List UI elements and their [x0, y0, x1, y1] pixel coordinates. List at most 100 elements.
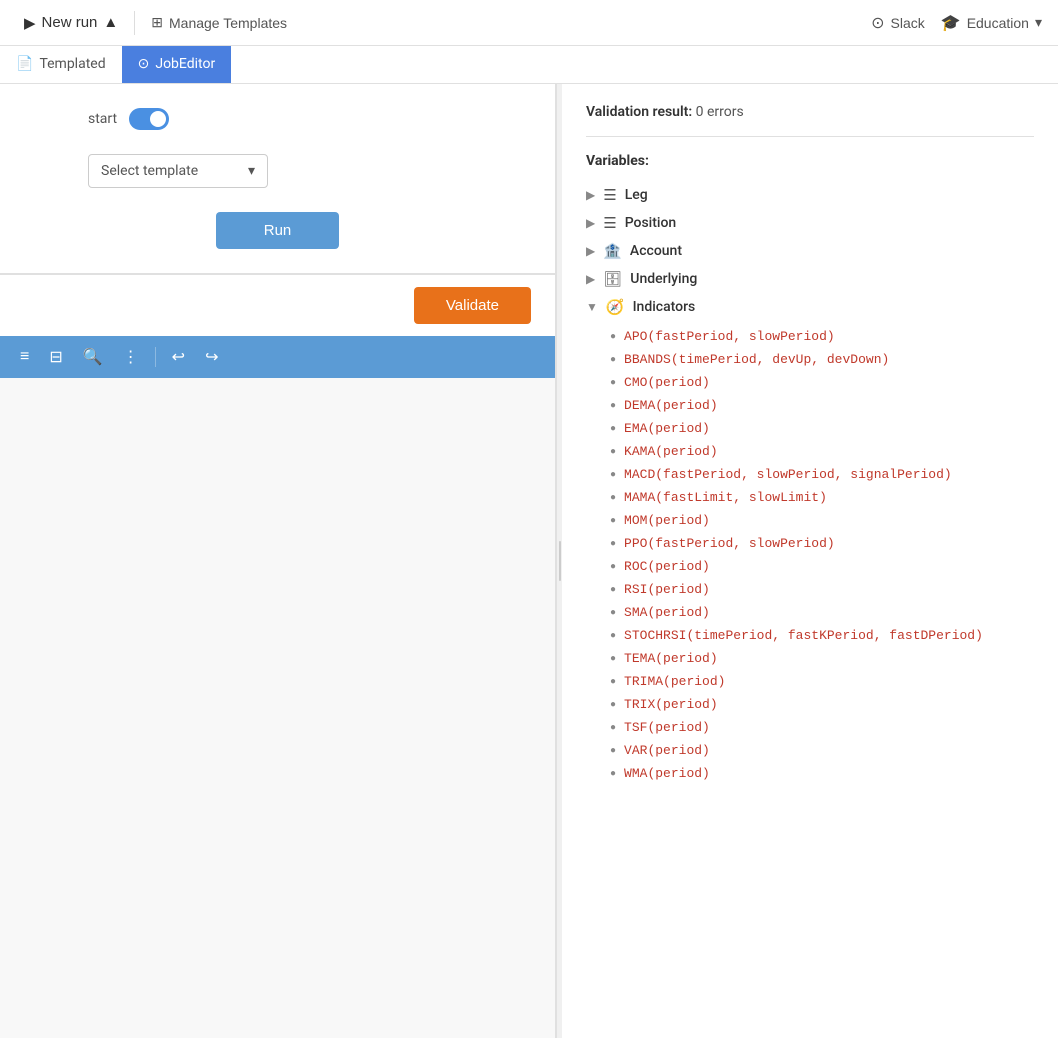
indicator-item: ● ROC(period) [610, 555, 1034, 578]
indicator-item: ● VAR(period) [610, 739, 1034, 762]
bank-icon-account: 🏦 [603, 242, 622, 260]
bullet-icon: ● [610, 607, 616, 618]
bullet-icon: ● [610, 492, 616, 503]
indicator-item: ● WMA(period) [610, 762, 1034, 785]
indicator-text[interactable]: MACD(fastPeriod, slowPeriod, signalPerio… [624, 467, 952, 482]
indicator-item: ● EMA(period) [610, 417, 1034, 440]
education-icon: 🎓 [941, 13, 961, 33]
tree-label-leg: Leg [625, 187, 648, 203]
editor-toolbar: ≡ ⊟ 🔍 ⋮ ↩ ↪ [0, 336, 555, 378]
filter-icon: ⊟ [49, 347, 62, 367]
indicator-text[interactable]: TRIX(period) [624, 697, 718, 712]
bullet-icon: ● [610, 676, 616, 687]
redo-button[interactable]: ↪ [197, 343, 226, 371]
indicator-text[interactable]: RSI(period) [624, 582, 710, 597]
indicator-text[interactable]: EMA(period) [624, 421, 710, 436]
jobeditor-icon: ⊙ [138, 56, 150, 72]
indicator-text[interactable]: CMO(period) [624, 375, 710, 390]
left-panel: start Select template ▾ Run Validate ≡ ⊟… [0, 84, 556, 1038]
indicator-text[interactable]: KAMA(period) [624, 444, 718, 459]
tree-label-underlying: Underlying [630, 271, 697, 287]
more-icon: ⋮ [123, 347, 139, 367]
splitter-handle [559, 541, 561, 581]
undo-button[interactable]: ↩ [164, 343, 193, 371]
sort-button[interactable]: ≡ [12, 344, 37, 370]
tree-item-leg[interactable]: ▶ ☰ Leg [586, 181, 1034, 209]
db-icon-underlying: 🗄 [603, 270, 622, 288]
bullet-icon: ● [610, 768, 616, 779]
more-button[interactable]: ⋮ [115, 343, 147, 371]
chevron-right-icon-underlying: ▶ [586, 272, 595, 286]
indicator-text[interactable]: BBANDS(timePeriod, devUp, devDown) [624, 352, 889, 367]
indicator-text[interactable]: TEMA(period) [624, 651, 718, 666]
bullet-icon: ● [610, 331, 616, 342]
indicator-item: ● MOM(period) [610, 509, 1034, 532]
topnav: ▶ New run ▲ ⊞ Manage Templates ⊙ Slack 🎓… [0, 0, 1058, 46]
indicator-text[interactable]: DEMA(period) [624, 398, 718, 413]
indicator-item: ● APO(fastPeriod, slowPeriod) [610, 325, 1034, 348]
search-icon: 🔍 [83, 347, 103, 367]
validate-button[interactable]: Validate [414, 287, 531, 324]
indicator-text[interactable]: TSF(period) [624, 720, 710, 735]
bullet-icon: ● [610, 446, 616, 457]
templated-label: Templated [39, 56, 105, 72]
new-run-label: New run [42, 14, 98, 31]
filter-button[interactable]: ⊟ [41, 343, 70, 371]
play-icon: ▶ [24, 14, 36, 32]
slack-icon: ⊙ [871, 13, 884, 33]
indicator-item: ● STOCHRSI(timePeriod, fastKPeriod, fast… [610, 624, 1034, 647]
indicator-item: ● RSI(period) [610, 578, 1034, 601]
indicator-text[interactable]: TRIMA(period) [624, 674, 725, 689]
indicator-text[interactable]: MAMA(fastLimit, slowLimit) [624, 490, 827, 505]
chevron-down-icon-indicators: ▼ [586, 300, 598, 314]
code-editor-area[interactable] [0, 378, 555, 1038]
bullet-icon: ● [610, 515, 616, 526]
jobeditor-label: JobEditor [155, 56, 215, 72]
bullet-icon: ● [610, 699, 616, 710]
indicator-text[interactable]: ROC(period) [624, 559, 710, 574]
indicator-text[interactable]: PPO(fastPeriod, slowPeriod) [624, 536, 835, 551]
start-row: start [88, 108, 467, 130]
manage-templates-label: Manage Templates [169, 15, 287, 31]
topnav-divider [134, 11, 135, 35]
bullet-icon: ● [610, 354, 616, 365]
manage-templates-button[interactable]: ⊞ Manage Templates [143, 10, 295, 35]
new-run-button[interactable]: ▶ New run ▲ [16, 10, 126, 36]
tree-item-indicators[interactable]: ▼ 🧭 Indicators [586, 293, 1034, 321]
list-icon-leg: ☰ [603, 186, 616, 204]
subnav-templated[interactable]: 📄 Templated [0, 46, 122, 83]
indicator-text[interactable]: WMA(period) [624, 766, 710, 781]
tree-item-account[interactable]: ▶ 🏦 Account [586, 237, 1034, 265]
bullet-icon: ● [610, 538, 616, 549]
indicator-text[interactable]: SMA(period) [624, 605, 710, 620]
indicator-item: ● TRIMA(period) [610, 670, 1034, 693]
indicator-text[interactable]: APO(fastPeriod, slowPeriod) [624, 329, 835, 344]
tree-item-underlying[interactable]: ▶ 🗄 Underlying [586, 265, 1034, 293]
slack-label: Slack [891, 15, 925, 31]
chevron-right-icon-position: ▶ [586, 216, 595, 230]
indicator-item: ● DEMA(period) [610, 394, 1034, 417]
indicator-text[interactable]: STOCHRSI(timePeriod, fastKPeriod, fastDP… [624, 628, 983, 643]
indicator-item: ● TRIX(period) [610, 693, 1034, 716]
bullet-icon: ● [610, 400, 616, 411]
education-button[interactable]: 🎓 Education ▾ [941, 13, 1042, 33]
tree-item-position[interactable]: ▶ ☰ Position [586, 209, 1034, 237]
education-label: Education [967, 15, 1029, 31]
indicator-item: ● KAMA(period) [610, 440, 1034, 463]
bullet-icon: ● [610, 722, 616, 733]
slack-button[interactable]: ⊙ Slack [871, 13, 925, 33]
bullet-icon: ● [610, 377, 616, 388]
run-button[interactable]: Run [216, 212, 340, 249]
start-toggle[interactable] [129, 108, 169, 130]
variables-label: Variables: [586, 153, 1034, 169]
start-label: start [88, 111, 117, 127]
chevron-up-icon: ▲ [103, 14, 118, 31]
errors-count: 0 errors [696, 104, 744, 120]
search-button[interactable]: 🔍 [75, 343, 111, 371]
indicator-text[interactable]: MOM(period) [624, 513, 710, 528]
validation-result: Validation result: 0 errors [586, 104, 1034, 137]
bullet-icon: ● [610, 584, 616, 595]
select-template-dropdown[interactable]: Select template ▾ [88, 154, 268, 188]
subnav-jobeditor[interactable]: ⊙ JobEditor [122, 46, 232, 83]
indicator-text[interactable]: VAR(period) [624, 743, 710, 758]
